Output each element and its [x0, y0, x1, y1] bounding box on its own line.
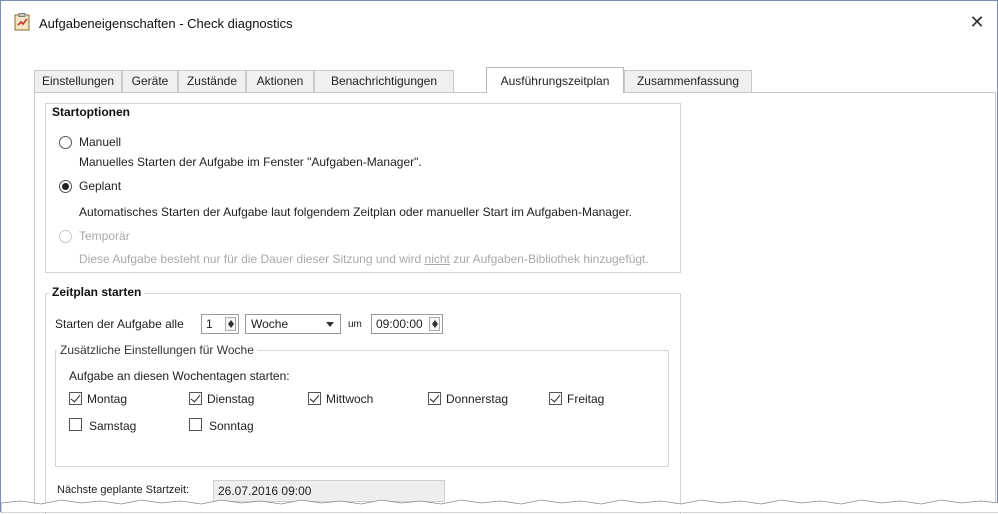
radio-temporary-label: Temporär: [79, 229, 130, 243]
title-bar: Aufgabeneigenschaften - Check diagnostic…: [1, 1, 997, 45]
tab-benachrichtigungen[interactable]: Benachrichtigungen: [314, 70, 454, 92]
checkbox-samstag[interactable]: [69, 418, 82, 431]
chevron-down-icon: [326, 322, 334, 327]
checkbox-freitag[interactable]: [549, 392, 562, 405]
weekly-settings-title: Zusätzliche Einstellungen für Woche: [57, 343, 257, 357]
tab-zustaende[interactable]: Zustände: [178, 70, 246, 92]
torn-edge-decoration: [1, 499, 998, 513]
checkbox-montag[interactable]: [69, 392, 82, 405]
schedule-title: Zeitplan starten: [49, 285, 145, 299]
temporary-description-emphasis: nicht: [424, 252, 450, 266]
tab-aktionen[interactable]: Aktionen: [246, 70, 314, 92]
tab-einstellungen[interactable]: Einstellungen: [34, 70, 122, 92]
radio-manual[interactable]: [59, 136, 72, 149]
window-title: Aufgabeneigenschaften - Check diagnostic…: [39, 16, 293, 31]
weekdays-label: Aufgabe an diesen Wochentagen starten:: [69, 369, 290, 383]
stepper-arrows-icon[interactable]: [225, 317, 236, 331]
weekly-settings-group: [55, 350, 669, 467]
interval-stepper[interactable]: 1: [201, 314, 239, 334]
checkbox-donnerstag[interactable]: [428, 392, 441, 405]
next-start-label: Nächste geplante Startzeit:: [57, 484, 190, 496]
checkbox-sonntag[interactable]: [189, 418, 202, 431]
stepper-arrows-icon[interactable]: [429, 317, 440, 331]
tab-ausfuehrungszeitplan[interactable]: Ausführungszeitplan: [486, 67, 624, 93]
checkbox-mittwoch[interactable]: [308, 392, 321, 405]
radio-planned-label: Geplant: [79, 179, 122, 193]
tab-zusammenfassung[interactable]: Zusammenfassung: [624, 70, 752, 92]
close-button[interactable]: ✕: [965, 11, 989, 35]
checkbox-mittwoch-label: Mittwoch: [326, 392, 374, 406]
start-interval-label: Starten der Aufgabe alle: [55, 317, 184, 331]
radio-planned[interactable]: [59, 180, 72, 193]
manual-description: Manuelles Starten der Aufgabe im Fenster…: [79, 155, 422, 169]
checkbox-sonntag-label: Sonntag: [209, 419, 254, 433]
start-options-group: [45, 103, 681, 273]
tab-content-panel: Startoptionen Manuell Manuelles Starten …: [34, 92, 996, 514]
checkbox-donnerstag-label: Donnerstag: [446, 392, 509, 406]
start-options-title: Startoptionen: [49, 105, 133, 119]
temporary-description: Diese Aufgabe besteht nur für die Dauer …: [79, 252, 649, 266]
checkbox-dienstag-label: Dienstag: [207, 392, 255, 406]
radio-temporary[interactable]: [59, 230, 72, 243]
tab-geraete[interactable]: Geräte: [122, 70, 178, 92]
time-stepper[interactable]: 09:00:00: [371, 314, 443, 334]
checkbox-samstag-label: Samstag: [89, 419, 137, 433]
interval-unit-select[interactable]: Woche: [245, 314, 341, 334]
planned-description: Automatisches Starten der Aufgabe laut f…: [79, 205, 632, 219]
checkbox-montag-label: Montag: [87, 392, 128, 406]
at-label: um: [348, 319, 362, 330]
checkbox-freitag-label: Freitag: [567, 392, 605, 406]
close-icon: ✕: [969, 12, 985, 32]
clipboard-task-icon: [14, 13, 30, 31]
task-properties-dialog: Aufgabeneigenschaften - Check diagnostic…: [0, 0, 998, 514]
checkbox-dienstag[interactable]: [189, 392, 202, 405]
radio-manual-label: Manuell: [79, 135, 122, 149]
